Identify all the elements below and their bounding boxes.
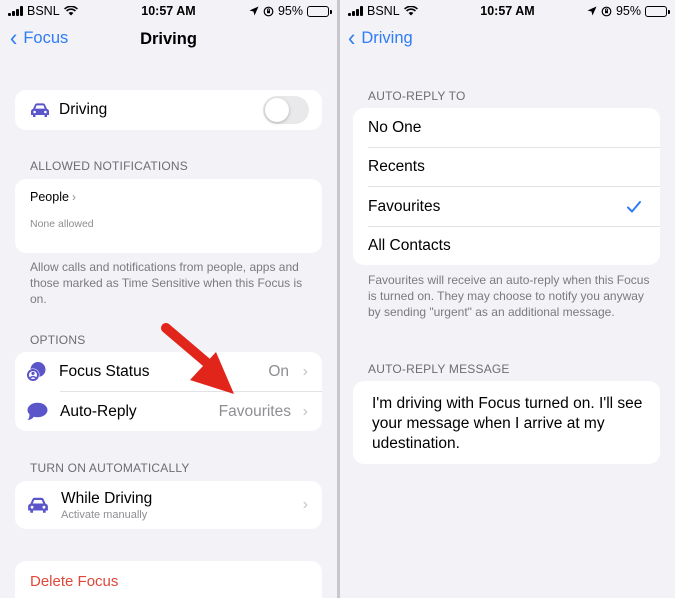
auto-reply-to-footnote: Favourites will receive an auto-reply wh… [368, 273, 650, 319]
focus-status-value: On [268, 363, 289, 380]
while-driving-card: While Driving Activate manually › [15, 481, 322, 529]
auto-reply-message-text[interactable]: I'm driving with Focus turned on. I'll s… [372, 394, 652, 454]
orientation-lock-icon [263, 6, 274, 16]
auto-reply-label: Auto-Reply [60, 402, 137, 420]
auto-reply-message-card[interactable]: I'm driving with Focus turned on. I'll s… [353, 381, 660, 464]
while-driving-text: While Driving Activate manually [61, 490, 152, 521]
while-driving-sublabel: Activate manually [61, 508, 148, 521]
option-favourites[interactable]: Favourites [353, 187, 660, 226]
auto-reply-to-card: No One Recents Favourites All Contacts [353, 108, 660, 265]
option-label: Recents [368, 158, 425, 175]
car-icon [28, 497, 48, 513]
turn-on-automatically-header: TURN ON AUTOMATICALLY [30, 461, 190, 475]
auto-reply-value: Favourites [218, 402, 291, 420]
option-label: No One [368, 118, 422, 136]
battery-percent: 95% [615, 4, 641, 18]
status-bar: BSNL 10:57 AM 95% [340, 0, 675, 22]
while-driving-row[interactable]: While Driving Activate manually › [15, 481, 322, 529]
people-card[interactable]: People › None allowed [15, 179, 322, 253]
page-title: Driving [140, 30, 197, 48]
option-all-contacts[interactable]: All Contacts [353, 227, 660, 265]
back-button[interactable]: ‹ Driving [348, 23, 413, 52]
allowed-notifications-header: ALLOWED NOTIFICATIONS [30, 159, 188, 173]
chevron-right-icon: › [302, 363, 308, 380]
option-recents[interactable]: Recents [353, 148, 660, 186]
delete-focus-button[interactable]: Delete Focus [30, 573, 118, 590]
car-icon [31, 103, 49, 117]
back-label: Driving [361, 28, 413, 47]
auto-reply-message-header: AUTO-REPLY MESSAGE [368, 362, 510, 376]
battery-icon [645, 5, 670, 17]
options-header: OPTIONS [30, 333, 86, 347]
battery-icon [307, 5, 332, 17]
right-screen: BSNL 10:57 AM 95% ‹ Driving AUTO-REPLY T… [340, 0, 675, 598]
option-label: Favourites [368, 197, 441, 215]
chevron-left-icon: ‹ [348, 23, 356, 52]
left-screen: BSNL 10:57 AM 95% ‹ Focus Driving Drivin… [0, 0, 337, 598]
driving-toggle-switch[interactable] [263, 96, 309, 124]
driving-toggle-card: Driving [15, 90, 322, 130]
chevron-right-icon: › [302, 402, 308, 420]
option-no-one[interactable]: No One [353, 108, 660, 147]
allowed-notifications-footnote: Allow calls and notifications from peopl… [30, 260, 303, 306]
toggle-knob [265, 98, 289, 122]
focus-status-icon [26, 362, 46, 382]
people-value: None allowed [30, 218, 94, 230]
people-row: People › [30, 190, 76, 204]
speech-bubble-icon [27, 402, 48, 420]
orientation-lock-icon [601, 6, 612, 16]
auto-reply-to-header: AUTO-REPLY TO [368, 89, 466, 103]
chevron-right-icon: › [302, 496, 308, 513]
status-right-group: 95% [587, 4, 670, 18]
option-label: All Contacts [368, 237, 451, 254]
driving-label: Driving [59, 101, 108, 118]
location-arrow-icon [587, 6, 597, 16]
chevron-right-icon: › [71, 190, 76, 204]
status-right-group: 95% [249, 4, 332, 18]
focus-status-label: Focus Status [59, 363, 150, 380]
red-arrow-icon [161, 323, 234, 394]
checkmark-icon [627, 200, 641, 212]
location-arrow-icon [249, 6, 259, 16]
battery-percent: 95% [277, 4, 303, 18]
while-driving-label: While Driving [61, 489, 153, 507]
people-label: People [30, 190, 69, 204]
delete-focus-card[interactable]: Delete Focus [15, 561, 322, 598]
status-bar: BSNL 10:57 AM 95% [0, 0, 337, 22]
